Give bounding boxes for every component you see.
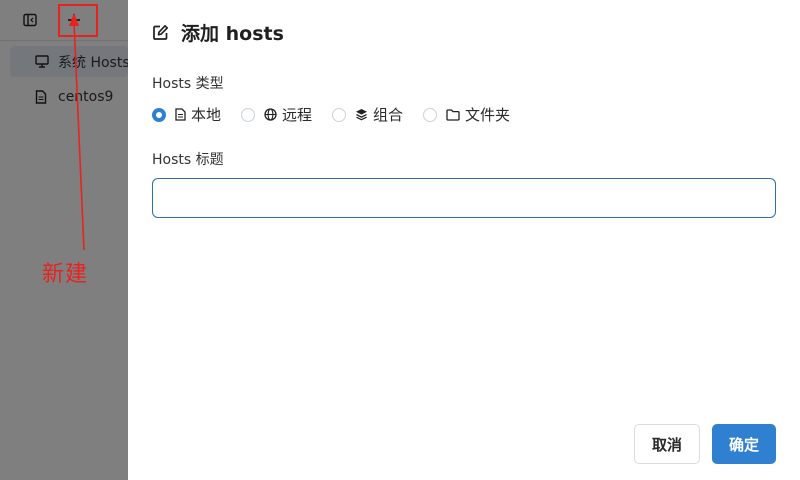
hosts-type-label: Hosts 类型 (152, 76, 224, 92)
annotation-label: 新建 (42, 262, 89, 287)
radio-group[interactable] (332, 107, 347, 122)
hosts-type-radio-group: 本地 远程 组合 文件夹 (152, 104, 530, 125)
type-option-remote[interactable]: 远程 (241, 104, 312, 125)
confirm-button[interactable]: 确定 (712, 424, 776, 464)
radio-folder[interactable] (423, 107, 438, 122)
annotation-arrow (69, 13, 85, 251)
type-option-label: 远程 (282, 106, 313, 124)
file-icon (175, 108, 186, 121)
hosts-title-label: Hosts 标题 (152, 152, 224, 168)
radio-remote[interactable] (241, 107, 256, 122)
edit-icon (152, 24, 169, 41)
dialog-title: 添加 hosts (152, 19, 284, 46)
type-option-label: 本地 (191, 106, 222, 124)
hosts-title-input[interactable] (152, 178, 776, 218)
type-option-group[interactable]: 组合 (332, 104, 403, 125)
add-hosts-drawer: 添加 hosts Hosts 类型 本地 远程 组合 文件夹 Hosts 标题 … (128, 0, 800, 480)
folder-icon (446, 108, 460, 121)
type-option-label: 组合 (373, 106, 404, 124)
dialog-title-text: 添加 hosts (181, 23, 284, 45)
radio-local[interactable] (152, 107, 166, 122)
type-option-local[interactable]: 本地 (152, 104, 221, 125)
type-option-folder[interactable]: 文件夹 (423, 104, 510, 125)
type-option-label: 文件夹 (465, 106, 511, 124)
layers-icon (355, 108, 368, 121)
globe-icon (264, 108, 277, 121)
cancel-button[interactable]: 取消 (634, 424, 700, 464)
